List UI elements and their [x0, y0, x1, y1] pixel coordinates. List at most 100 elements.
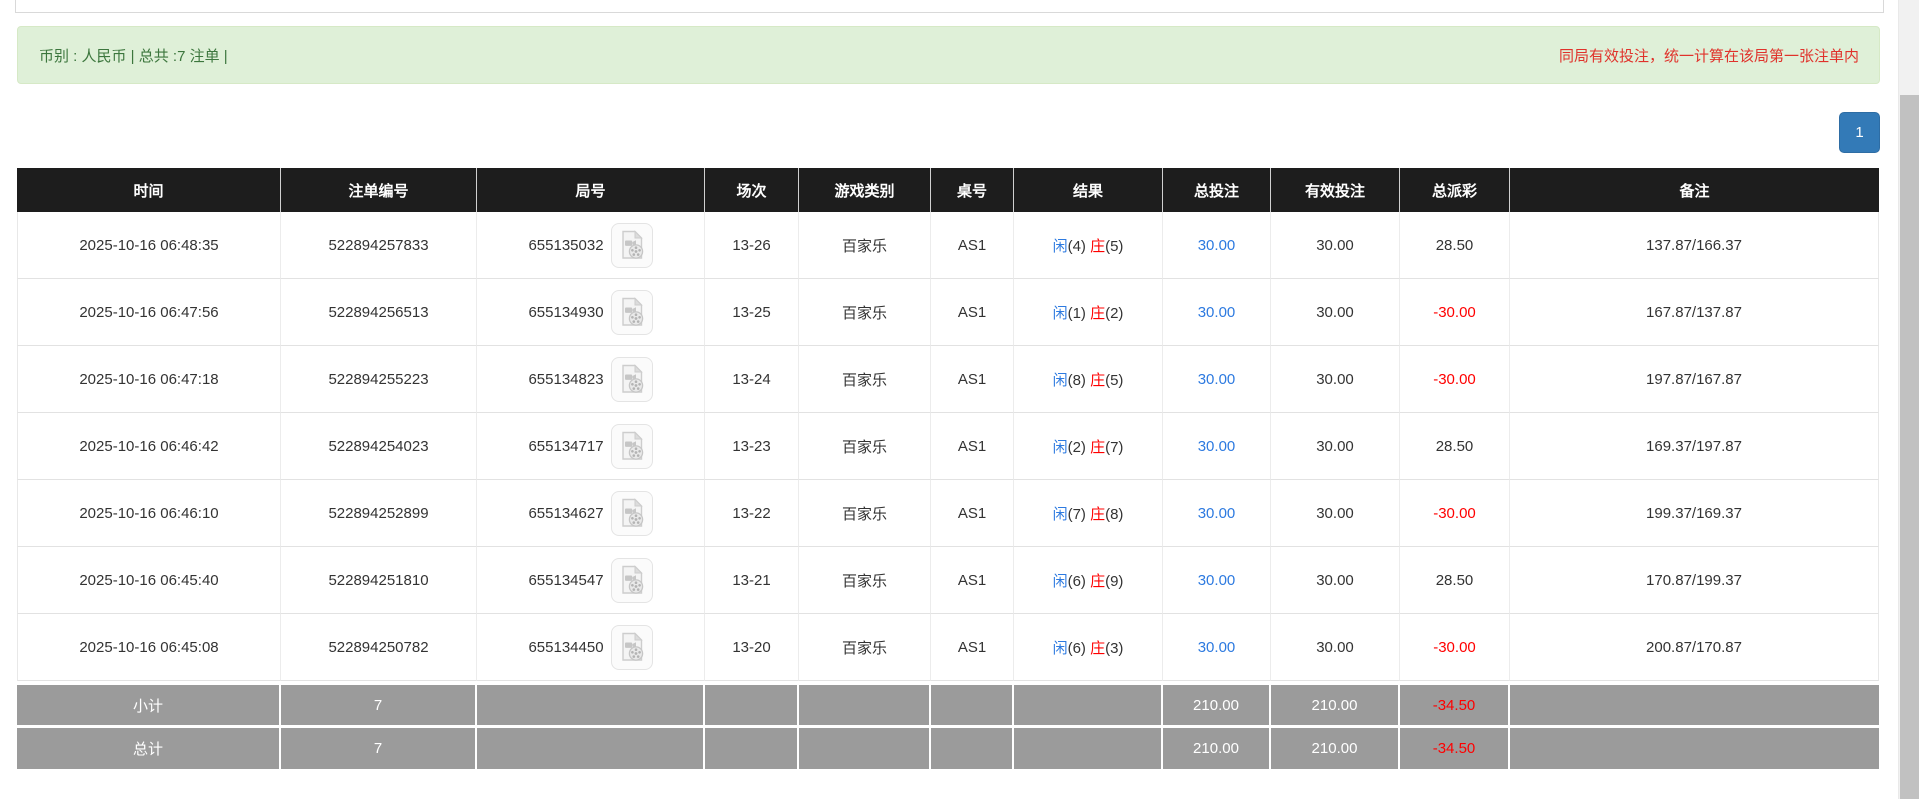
cell-valid-bet: 30.00	[1271, 279, 1400, 346]
column-header-1: 注单编号	[281, 168, 477, 212]
cell-table-no: AS1	[931, 212, 1014, 279]
subtotal-empty-session	[705, 681, 799, 725]
result-player-score: (1)	[1067, 304, 1091, 322]
cell-bet-id: 522894252899	[281, 480, 477, 547]
video-replay-button[interactable]	[610, 222, 653, 268]
round-id: 655134717	[528, 437, 604, 455]
total-empty-gametype	[799, 725, 931, 769]
cell-remark: 200.87/170.87	[1510, 614, 1879, 681]
video-replay-button[interactable]	[610, 490, 653, 536]
cell-result: 闲(8) 庄(5)	[1014, 346, 1163, 413]
result-player-label: 闲	[1052, 237, 1068, 255]
video-replay-icon	[621, 431, 643, 460]
result-banker-label: 庄	[1090, 438, 1106, 456]
cell-game-type: 百家乐	[799, 480, 931, 547]
column-header-3: 场次	[705, 168, 799, 212]
result-banker-score: (5)	[1105, 237, 1124, 255]
result-banker-score: (2)	[1105, 304, 1124, 322]
cell-session: 13-20	[705, 614, 799, 681]
cell-session: 13-25	[705, 279, 799, 346]
subtotal-label: 小计	[17, 681, 281, 725]
bet-records-table: 时间 注单编号 局号 场次 游戏类别 桌号 结果 总投注 有效投注 总派彩 备注 2025-10-1…	[17, 168, 1879, 769]
cell-time: 2025-10-16 06:46:10	[17, 480, 281, 547]
column-header-5: 桌号	[931, 168, 1014, 212]
cell-bet-id: 522894251810	[281, 547, 477, 614]
video-replay-button[interactable]	[610, 624, 653, 670]
result-player-label: 闲	[1052, 304, 1068, 322]
video-replay-button[interactable]	[610, 289, 653, 335]
result-player-label: 闲	[1052, 505, 1068, 523]
table-row-5: 2025-10-16 06:46:10 522894252899 6551346…	[17, 480, 1879, 547]
cell-payout: 28.50	[1400, 413, 1510, 480]
subtotal-count: 7	[281, 681, 477, 725]
result-banker-score: (5)	[1105, 371, 1124, 389]
video-replay-icon	[621, 230, 643, 259]
result-player-score: (6)	[1067, 572, 1091, 590]
cell-remark: 170.87/199.37	[1510, 547, 1879, 614]
cell-game-type: 百家乐	[799, 346, 931, 413]
result-player-score: (7)	[1067, 505, 1091, 523]
column-header-7: 总投注	[1163, 168, 1271, 212]
table-row-1: 2025-10-16 06:48:35 522894257833 6551350…	[17, 212, 1879, 279]
cell-time: 2025-10-16 06:48:35	[17, 212, 281, 279]
result-banker-score: (7)	[1105, 438, 1124, 456]
cell-session: 13-21	[705, 547, 799, 614]
total-bet-link[interactable]: 30.00	[1198, 304, 1236, 321]
subtotal-empty-gametype	[799, 681, 931, 725]
table-row-2: 2025-10-16 06:47:56 522894256513 6551349…	[17, 279, 1879, 346]
cell-total-bet: 30.00	[1163, 614, 1271, 681]
cell-round: 655134930	[477, 279, 705, 346]
cell-bet-id: 522894250782	[281, 614, 477, 681]
table-row-3: 2025-10-16 06:47:18 522894255223 6551348…	[17, 346, 1879, 413]
cell-table-no: AS1	[931, 413, 1014, 480]
column-header-6: 结果	[1014, 168, 1163, 212]
subtotal-row: 小计 7 210.00 210.00 -34.50	[17, 681, 1879, 725]
total-bet-link[interactable]: 30.00	[1198, 438, 1236, 455]
total-bet-link[interactable]: 30.00	[1198, 371, 1236, 388]
cell-valid-bet: 30.00	[1271, 614, 1400, 681]
cell-round: 655134717	[477, 413, 705, 480]
round-id: 655134547	[528, 571, 604, 589]
cell-payout: -30.00	[1400, 346, 1510, 413]
cell-remark: 137.87/166.37	[1510, 212, 1879, 279]
video-replay-button[interactable]	[610, 423, 653, 469]
total-empty-remark	[1510, 725, 1879, 769]
video-replay-button[interactable]	[610, 557, 653, 603]
column-header-2: 局号	[477, 168, 705, 212]
cell-game-type: 百家乐	[799, 279, 931, 346]
video-replay-button[interactable]	[610, 356, 653, 402]
cell-payout: -30.00	[1400, 279, 1510, 346]
vertical-scrollbar[interactable]	[1898, 0, 1919, 799]
total-total-bet: 210.00	[1163, 725, 1271, 769]
subtotal-total-bet: 210.00	[1163, 681, 1271, 725]
total-bet-link[interactable]: 30.00	[1198, 237, 1236, 254]
pagination-page-1[interactable]: 1	[1839, 112, 1880, 153]
result-banker-score: (8)	[1105, 505, 1124, 523]
result-banker-score: (9)	[1105, 572, 1124, 590]
summary-banner: 币别 : 人民币 | 总共 :7 注单 | 同局有效投注，统一计算在该局第一张注…	[17, 26, 1880, 84]
cell-result: 闲(6) 庄(9)	[1014, 547, 1163, 614]
cell-round: 655134450	[477, 614, 705, 681]
cell-valid-bet: 30.00	[1271, 413, 1400, 480]
cell-game-type: 百家乐	[799, 547, 931, 614]
total-bet-link[interactable]: 30.00	[1198, 639, 1236, 656]
cell-session: 13-26	[705, 212, 799, 279]
table-row-6: 2025-10-16 06:45:40 522894251810 6551345…	[17, 547, 1879, 614]
cell-table-no: AS1	[931, 480, 1014, 547]
total-bet-link[interactable]: 30.00	[1198, 572, 1236, 589]
round-id: 655134627	[528, 504, 604, 522]
cell-time: 2025-10-16 06:46:42	[17, 413, 281, 480]
scrollbar-thumb[interactable]	[1900, 95, 1919, 799]
cell-remark: 199.37/169.37	[1510, 480, 1879, 547]
cell-bet-id: 522894255223	[281, 346, 477, 413]
total-payout: -34.50	[1400, 725, 1510, 769]
cell-bet-id: 522894256513	[281, 279, 477, 346]
cell-total-bet: 30.00	[1163, 346, 1271, 413]
cell-payout: 28.50	[1400, 547, 1510, 614]
total-bet-link[interactable]: 30.00	[1198, 505, 1236, 522]
total-count: 7	[281, 725, 477, 769]
cell-payout: -30.00	[1400, 614, 1510, 681]
video-replay-icon	[621, 498, 643, 527]
cell-valid-bet: 30.00	[1271, 480, 1400, 547]
cell-round: 655134547	[477, 547, 705, 614]
